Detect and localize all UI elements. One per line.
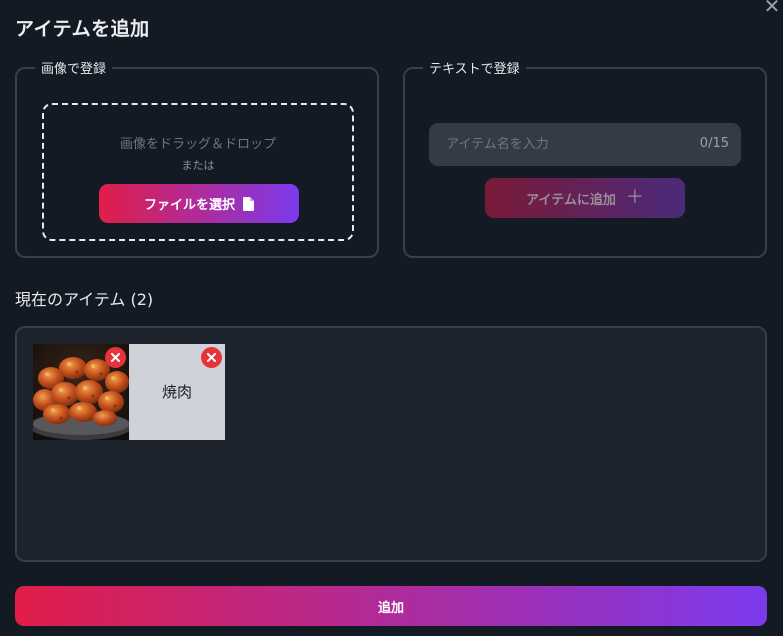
close-icon [111,353,120,362]
submit-add-button[interactable]: 追加 [15,586,767,626]
file-icon [243,196,254,211]
select-file-label: ファイルを選択 [143,198,235,213]
current-items-heading: 現在のアイテム (2) [15,290,154,309]
item-name-field: 0/15 [429,123,741,166]
item-label: 焼肉 [161,383,192,401]
plus-icon: ＋ [625,187,644,208]
image-register-section: 画像で登録 画像をドラッグ＆ドロップ または ファイルを選択 [15,58,379,258]
text-register-section: テキストで登録 0/15 アイテムに追加 ＋ [403,58,767,258]
remove-item-button[interactable] [201,347,222,368]
char-counter: 0/15 [699,136,729,151]
text-section-legend: テキストで登録 [429,62,520,77]
items-panel: 焼肉 [15,326,767,562]
add-to-items-button[interactable]: アイテムに追加 ＋ [485,178,685,218]
item-card-image [33,344,129,440]
close-icon [207,353,216,362]
image-section-legend: 画像で登録 [41,62,107,77]
close-icon[interactable]: ✕ [762,0,782,16]
dialog-title: アイテムを追加 [15,18,150,40]
item-card-text: 焼肉 [129,344,225,440]
drop-text: 画像をドラッグ＆ドロップ [119,137,276,152]
select-file-button[interactable]: ファイルを選択 [99,184,299,223]
item-name-input[interactable] [429,123,679,166]
drop-zone[interactable]: 画像をドラッグ＆ドロップ または ファイルを選択 [42,103,354,241]
remove-item-button[interactable] [105,347,126,368]
or-text: または [181,159,215,172]
add-to-items-label: アイテムに追加 [526,192,616,208]
